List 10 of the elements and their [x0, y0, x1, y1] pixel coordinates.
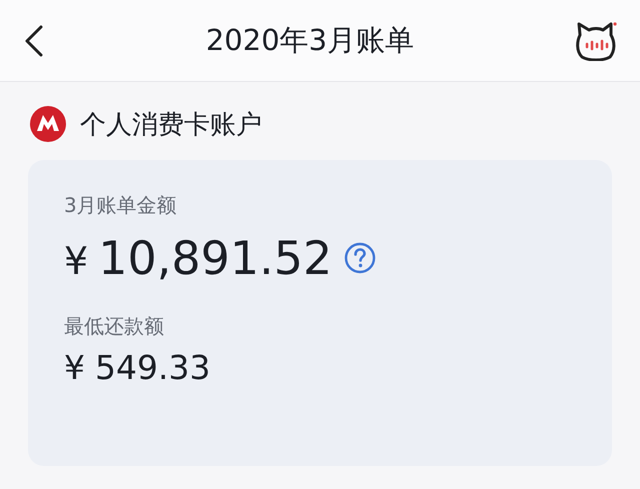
minimum-payment-amount: ¥ 549.33	[64, 348, 212, 387]
minimum-payment-label: 最低还款额	[64, 313, 165, 340]
page-title: 2020年3月账单	[206, 22, 414, 58]
account-name: 个人消费卡账户	[80, 108, 262, 142]
back-icon[interactable]	[24, 24, 44, 56]
cat-icon[interactable]	[576, 20, 618, 60]
bank-logo-icon	[30, 106, 66, 142]
bill-amount: ¥ 10,891.52	[64, 231, 332, 285]
help-icon[interactable]	[344, 242, 376, 274]
bill-label: 3月账单金额	[64, 192, 178, 219]
